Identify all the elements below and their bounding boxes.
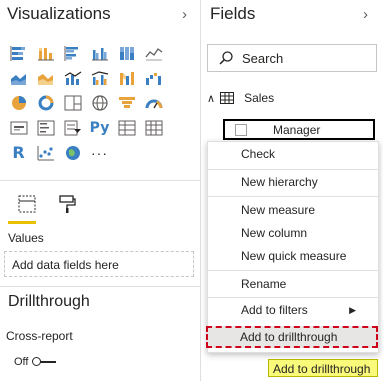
donut-chart-icon[interactable] bbox=[32, 92, 59, 114]
visualizations-title: Visualizations bbox=[7, 4, 111, 23]
search-placeholder: Search bbox=[242, 50, 284, 66]
values-label: Values bbox=[8, 231, 44, 245]
line-chart-icon[interactable] bbox=[140, 42, 167, 64]
card-icon[interactable] bbox=[5, 117, 32, 139]
table-icon bbox=[220, 92, 235, 104]
field-checkbox[interactable] bbox=[235, 123, 247, 136]
clustered-column-chart-icon[interactable] bbox=[86, 42, 113, 64]
expand-collapse-icon[interactable]: ∧ bbox=[207, 92, 215, 105]
menu-item-add-to-drillthrough[interactable]: Add to drillthrough bbox=[206, 326, 378, 348]
toggle-switch[interactable] bbox=[32, 357, 57, 367]
stacked-area-chart-icon[interactable] bbox=[32, 67, 59, 89]
menu-item-rename[interactable]: Rename bbox=[241, 277, 286, 291]
menu-separator bbox=[208, 169, 378, 170]
scatter-chart-icon[interactable] bbox=[32, 142, 59, 164]
map-icon[interactable] bbox=[86, 92, 113, 114]
active-tab-indicator bbox=[8, 221, 36, 224]
menu-item-new-quick-measure[interactable]: New quick measure bbox=[241, 249, 346, 263]
menu-item-label: Add to drillthrough bbox=[240, 330, 338, 344]
area-chart-icon[interactable] bbox=[5, 67, 32, 89]
menu-separator bbox=[208, 297, 378, 298]
search-icon bbox=[219, 51, 233, 65]
line-and-clustered-column-icon[interactable] bbox=[86, 67, 113, 89]
ribbon-chart-icon[interactable] bbox=[113, 67, 140, 89]
toggle-state-label: Off bbox=[14, 356, 29, 368]
stacked-bar-chart-icon[interactable] bbox=[5, 42, 32, 64]
funnel-chart-icon[interactable] bbox=[113, 92, 140, 114]
table-icon[interactable] bbox=[113, 117, 140, 139]
r-visual-icon[interactable]: R bbox=[5, 142, 32, 164]
cross-report-label: Cross-report bbox=[6, 329, 73, 343]
gauge-icon[interactable] bbox=[140, 92, 167, 114]
collapse-fields-icon[interactable]: › bbox=[363, 6, 368, 23]
drillthrough-title: Drillthrough bbox=[8, 293, 90, 310]
slicer-icon[interactable] bbox=[59, 117, 86, 139]
multi-row-card-icon[interactable] bbox=[32, 117, 59, 139]
matrix-icon[interactable] bbox=[140, 117, 167, 139]
menu-separator bbox=[208, 196, 378, 197]
visualizations-pane: Visualizations › Py R ··· Values Add dat… bbox=[0, 0, 201, 381]
more-visuals-icon[interactable]: ··· bbox=[86, 142, 113, 164]
collapse-visualizations-icon[interactable]: › bbox=[182, 6, 187, 23]
visual-gallery: Py R ··· bbox=[5, 40, 195, 165]
menu-item-check[interactable]: Check bbox=[241, 147, 275, 161]
waterfall-chart-icon[interactable] bbox=[140, 67, 167, 89]
clustered-bar-chart-icon[interactable] bbox=[59, 42, 86, 64]
menu-separator bbox=[208, 270, 378, 271]
format-paint-roller-icon[interactable] bbox=[56, 193, 78, 215]
cross-report-toggle[interactable]: Off bbox=[14, 356, 57, 368]
section-divider bbox=[0, 286, 200, 287]
menu-item-add-to-filters[interactable]: Add to filters bbox=[241, 303, 308, 317]
line-and-column-chart-icon[interactable] bbox=[59, 67, 86, 89]
table-name: Sales bbox=[244, 91, 275, 105]
treemap-icon[interactable] bbox=[59, 92, 86, 114]
field-name: Manager bbox=[273, 122, 321, 137]
tooltip: Add to drillthrough bbox=[268, 359, 378, 377]
menu-item-new-column[interactable]: New column bbox=[241, 226, 307, 240]
fields-title: Fields bbox=[210, 4, 256, 23]
menu-item-new-measure[interactable]: New measure bbox=[241, 203, 315, 217]
100-stacked-bar-chart-icon[interactable] bbox=[113, 42, 140, 64]
field-manager[interactable]: Manager bbox=[223, 119, 375, 140]
python-visual-icon[interactable]: Py bbox=[86, 117, 113, 139]
fields-tab-icon[interactable] bbox=[16, 193, 38, 215]
pane-divider bbox=[0, 180, 200, 181]
submenu-arrow-icon: ▶ bbox=[349, 305, 356, 315]
context-menu: Check New hierarchy New measure New colu… bbox=[207, 141, 379, 353]
globe-icon[interactable] bbox=[59, 142, 86, 164]
values-drop-well[interactable]: Add data fields here bbox=[4, 251, 194, 277]
menu-item-new-hierarchy[interactable]: New hierarchy bbox=[241, 175, 318, 189]
table-sales[interactable]: ∧ Sales bbox=[207, 91, 274, 105]
pie-chart-icon[interactable] bbox=[5, 92, 32, 114]
search-box[interactable]: Search bbox=[207, 44, 377, 72]
stacked-column-chart-icon[interactable] bbox=[32, 42, 59, 64]
